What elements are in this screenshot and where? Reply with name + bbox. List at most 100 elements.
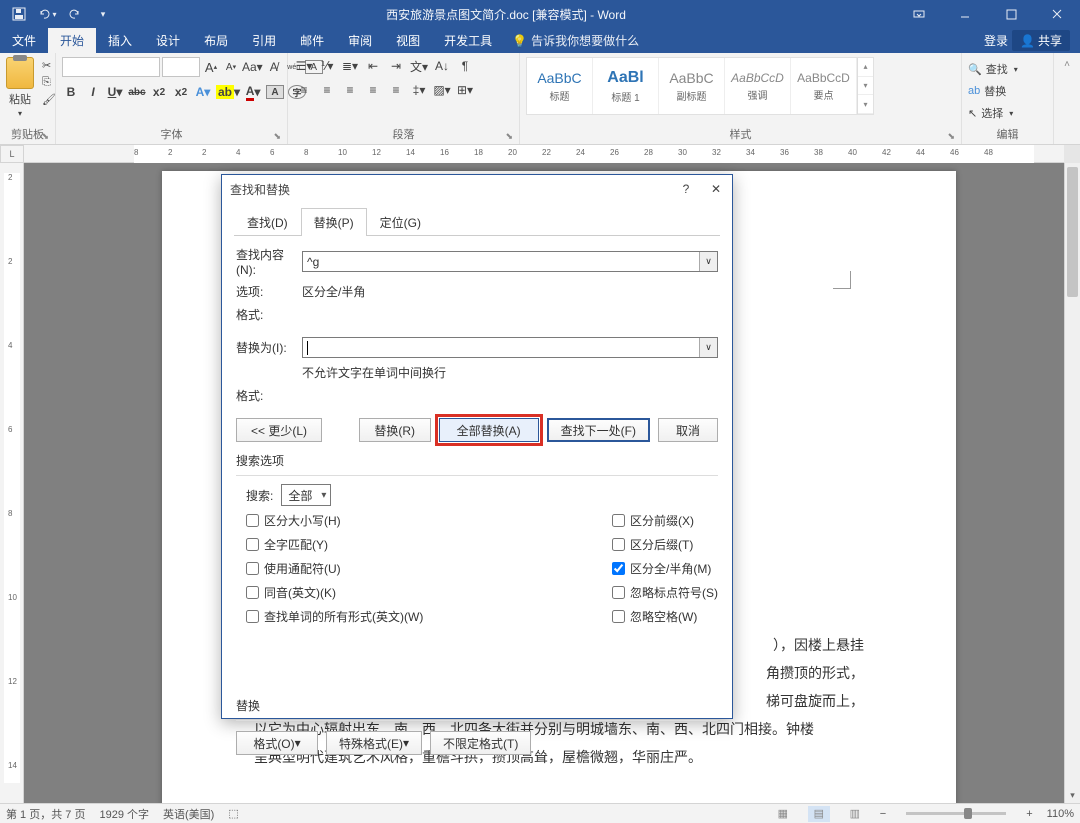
borders-icon[interactable]: ⊞▾ [455,81,475,99]
numbering-icon[interactable]: ⅟▾ [317,57,337,75]
chk-match-case[interactable]: 区分大小写(H) [246,512,423,529]
dialog-tab-find[interactable]: 查找(D) [234,208,301,236]
ribbon-options-icon[interactable] [896,0,942,28]
chk-whole-word[interactable]: 全字匹配(Y) [246,536,423,553]
status-page[interactable]: 第 1 页，共 7 页 [6,806,85,822]
replace-one-button[interactable]: 替换(R) [359,418,431,442]
sort-icon[interactable]: A↓ [432,57,452,75]
find-dropdown-icon[interactable]: ∨ [699,252,717,271]
tab-view[interactable]: 视图 [384,28,432,53]
chk-ignore-punct[interactable]: 忽略标点符号(S) [612,584,718,601]
tab-design[interactable]: 设计 [144,28,192,53]
tab-references[interactable]: 引用 [240,28,288,53]
status-record-icon[interactable]: ⬚ [228,807,242,820]
tab-mailings[interactable]: 邮件 [288,28,336,53]
replace-button[interactable]: ab替换 [968,81,1006,101]
search-direction-select[interactable]: 全部 [281,484,331,506]
replace-with-input[interactable]: ∨ [302,337,718,358]
paragraph-launcher[interactable]: ⬊ [505,131,513,142]
dialog-close-icon[interactable]: ✕ [708,182,724,196]
tab-developer[interactable]: 开发工具 [432,28,504,53]
style-gallery-scroll[interactable]: ▴▾▾ [857,58,873,114]
vertical-ruler[interactable]: 22468101214 [0,163,24,803]
style-title[interactable]: AaBbC标题 [527,58,593,114]
chk-half-full[interactable]: 区分全/半角(M) [612,560,718,577]
char-shading-icon[interactable]: A [266,85,284,99]
justify-icon[interactable]: ≡ [363,81,383,99]
increase-indent-icon[interactable]: ⇥ [386,57,406,75]
view-read-icon[interactable]: ▦ [772,806,794,822]
find-button[interactable]: 🔍查找▾ [968,59,1018,79]
font-launcher[interactable]: ⬊ [273,131,281,142]
tell-me-search[interactable]: 💡 告诉我你想要做什么 [504,28,639,53]
bold-icon[interactable]: B [62,83,80,101]
styles-launcher[interactable]: ⬊ [947,131,955,142]
login-link[interactable]: 登录 [984,32,1008,49]
vertical-scrollbar[interactable]: ▴ ▾ [1064,163,1080,803]
font-color-icon[interactable]: A▾ [244,83,262,101]
text-effects-icon[interactable]: A▾ [194,83,212,101]
format-button[interactable]: 格式(O) ▾ [236,731,318,755]
status-language[interactable]: 英语(美国) [163,806,214,822]
share-button[interactable]: 👤共享 [1012,30,1070,51]
close-icon[interactable] [1034,0,1080,28]
clear-formatting-icon[interactable]: A̸ [265,58,283,76]
style-strong[interactable]: AaBbCcD要点 [791,58,857,114]
zoom-in-icon[interactable]: + [1026,808,1032,820]
horizontal-ruler[interactable]: 8224681012141618202224262830323436384042… [24,145,1064,163]
save-icon[interactable] [6,2,32,26]
view-print-icon[interactable]: ▤ [808,806,830,822]
subscript-icon[interactable]: x2 [150,83,168,101]
no-formatting-button[interactable]: 不限定格式(T) [430,731,531,755]
align-right-icon[interactable]: ≡ [340,81,360,99]
text-direction-icon[interactable]: 文▾ [409,57,429,75]
chk-word-forms[interactable]: 查找单词的所有形式(英文)(W) [246,608,423,625]
dialog-help-icon[interactable]: ? [678,182,694,196]
cancel-button[interactable]: 取消 [658,418,718,442]
tab-home[interactable]: 开始 [48,28,96,53]
chk-wildcards[interactable]: 使用通配符(U) [246,560,423,577]
ruler-corner[interactable]: L [0,145,24,163]
chk-sounds-like[interactable]: 同音(英文)(K) [246,584,423,601]
minimize-icon[interactable] [942,0,988,28]
zoom-level[interactable]: 110% [1047,808,1074,820]
decrease-indent-icon[interactable]: ⇤ [363,57,383,75]
style-subtitle[interactable]: AaBbC副标题 [659,58,725,114]
replace-all-button[interactable]: 全部替换(A) [439,418,539,442]
underline-icon[interactable]: U▾ [106,83,124,101]
paste-button[interactable]: 粘贴 ▾ [6,57,34,118]
special-button[interactable]: 特殊格式(E) ▾ [326,731,422,755]
shading-icon[interactable]: ▨▾ [432,81,452,99]
redo-icon[interactable] [62,2,88,26]
superscript-icon[interactable]: x2 [172,83,190,101]
font-size-combo[interactable] [162,57,200,77]
bullets-icon[interactable]: ☰▾ [294,57,314,75]
replace-dropdown-icon[interactable]: ∨ [699,338,717,357]
collapse-ribbon-icon[interactable]: ˄ [1054,53,1080,144]
chk-prefix[interactable]: 区分前缀(X) [612,512,718,529]
style-emphasis[interactable]: AaBbCcD强调 [725,58,791,114]
maximize-icon[interactable] [988,0,1034,28]
align-center-icon[interactable]: ≡ [317,81,337,99]
chk-ignore-space[interactable]: 忽略空格(W) [612,608,718,625]
find-next-button[interactable]: 查找下一处(F) [547,418,650,442]
scrollbar-thumb[interactable] [1067,167,1078,297]
tab-review[interactable]: 审阅 [336,28,384,53]
align-left-icon[interactable]: ≡ [294,81,314,99]
less-button[interactable]: << 更少(L) [236,418,322,442]
distribute-icon[interactable]: ≡ [386,81,406,99]
scroll-down-icon[interactable]: ▾ [1065,787,1080,803]
multilevel-icon[interactable]: ≣▾ [340,57,360,75]
strikethrough-icon[interactable]: abc [128,83,146,101]
find-what-input[interactable]: ^g∨ [302,251,718,272]
highlight-icon[interactable]: ab▾ [216,83,240,101]
tab-insert[interactable]: 插入 [96,28,144,53]
tab-layout[interactable]: 布局 [192,28,240,53]
undo-icon[interactable]: ▾ [34,2,60,26]
tab-file[interactable]: 文件 [0,28,48,53]
clipboard-launcher[interactable]: ⬊ [41,131,49,142]
zoom-slider[interactable] [906,812,1006,815]
view-web-icon[interactable]: ▥ [844,806,866,822]
shrink-font-icon[interactable]: A▾ [222,58,240,76]
font-name-combo[interactable] [62,57,160,77]
